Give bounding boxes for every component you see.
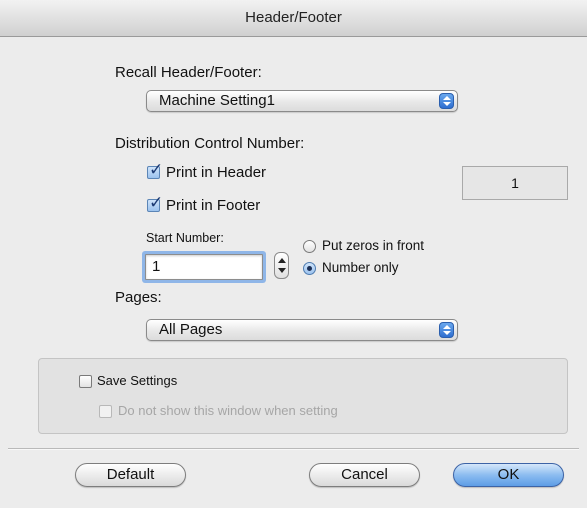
settings-group [38,358,568,434]
save-settings-label: Save Settings [97,373,178,388]
distribution-label: Distribution Control Number: [115,135,305,152]
pages-select[interactable]: All Pages [146,319,458,341]
separator [8,448,579,450]
save-settings-checkbox[interactable] [79,375,92,388]
start-number-label: Start Number: [146,231,224,245]
pages-select-value: All Pages [159,321,223,338]
control-number-display: 1 [462,166,568,200]
recall-select-value: Machine Setting1 [159,92,275,109]
start-number-input[interactable]: 1 [145,254,263,280]
radio-put-zeros-label: Put zeros in front [322,238,425,253]
cancel-button[interactable]: Cancel [309,463,420,487]
radio-number-only-label: Number only [322,260,399,275]
checkmark-icon: ✓ [149,160,164,179]
dont-show-checkbox[interactable] [99,405,112,418]
print-header-checkbox[interactable]: ✓ [147,161,163,179]
start-number-stepper[interactable] [274,252,289,279]
radio-number-only[interactable] [303,262,316,275]
print-footer-label: Print in Footer [166,197,261,214]
select-arrows-icon [439,322,454,338]
select-arrows-icon [439,93,454,109]
recall-label: Recall Header/Footer: [115,64,262,81]
recall-select[interactable]: Machine Setting1 [146,90,458,112]
print-header-label: Print in Header [166,164,267,181]
ok-button[interactable]: OK [453,463,564,487]
window-title: Header/Footer [0,0,587,37]
print-footer-checkbox[interactable]: ✓ [147,194,163,212]
stepper-down-icon[interactable] [278,268,286,273]
stepper-up-icon[interactable] [278,258,286,263]
radio-put-zeros[interactable] [303,240,316,253]
checkmark-icon: ✓ [149,193,164,212]
pages-label: Pages: [115,289,162,306]
dont-show-label: Do not show this window when setting [118,403,338,418]
default-button[interactable]: Default [75,463,186,487]
